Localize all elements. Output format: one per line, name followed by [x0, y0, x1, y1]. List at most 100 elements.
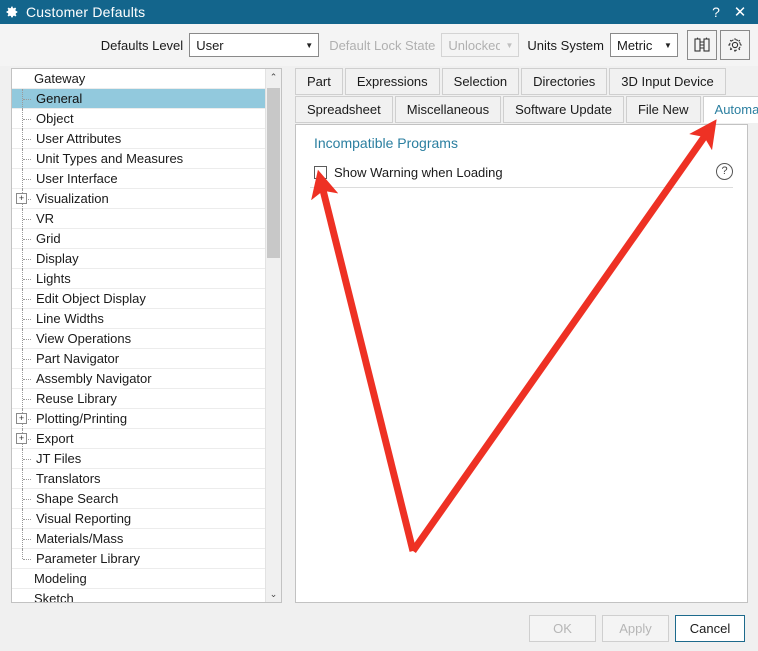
tab-automation[interactable]: Automation [702, 96, 758, 123]
tab-miscellaneous[interactable]: Miscellaneous [394, 96, 502, 123]
tree-gutter [12, 228, 34, 249]
help-circle-icon[interactable]: ? [716, 163, 733, 180]
close-icon[interactable]: ✕ [728, 0, 752, 24]
tree-item-general[interactable]: General [12, 88, 266, 109]
defaults-settings-button[interactable] [720, 30, 750, 60]
expand-icon[interactable]: + [16, 412, 27, 424]
units-system-value: Metric [617, 37, 653, 53]
tree-gutter [12, 328, 34, 349]
scrollbar-thumb[interactable] [267, 88, 280, 258]
tree-gutter [12, 208, 34, 229]
tab-directories[interactable]: Directories [521, 68, 608, 95]
tree-item-vr[interactable]: VR [12, 208, 266, 229]
tree-item-translators[interactable]: Translators [12, 468, 266, 489]
tree-gutter [12, 508, 34, 529]
tree-item-reuse-library[interactable]: Reuse Library [12, 388, 266, 409]
tab-software-update[interactable]: Software Update [503, 96, 624, 123]
tree-gutter [12, 528, 34, 549]
tree-item-sketch[interactable]: Sketch [12, 589, 266, 603]
ok-button[interactable]: OK [529, 615, 596, 642]
cancel-button[interactable]: Cancel [675, 615, 745, 642]
tree-gutter [12, 148, 34, 169]
units-system-select[interactable]: Metric ▼ [610, 33, 678, 57]
tree-item-visual-reporting[interactable]: Visual Reporting [12, 508, 266, 529]
tree-item-label: Sketch [34, 590, 74, 603]
tree-vertical-scrollbar[interactable]: ⌃ ⌄ [265, 69, 281, 602]
defaults-level-value: User [196, 37, 224, 53]
tree-gutter: + [12, 188, 34, 209]
tree-item-part-navigator[interactable]: Part Navigator [12, 348, 266, 369]
tree-item-object[interactable]: Object [12, 108, 266, 129]
expand-icon[interactable]: + [16, 432, 27, 444]
tree-item-export[interactable]: + Export [12, 428, 266, 449]
tree-gutter [12, 168, 34, 189]
tree-item-grid[interactable]: Grid [12, 228, 266, 249]
tree-item-user-attributes[interactable]: User Attributes [12, 128, 266, 149]
tab-3d-input-device[interactable]: 3D Input Device [609, 68, 726, 95]
tree-item-label: Shape Search [36, 490, 119, 506]
expand-icon[interactable]: + [16, 192, 27, 204]
help-button[interactable]: ? [704, 0, 728, 24]
tree-item-gateway[interactable]: Gateway [12, 69, 266, 89]
tab-selection[interactable]: Selection [441, 68, 520, 95]
defaults-level-select[interactable]: User ▼ [189, 33, 320, 57]
tree-item-label: Gateway [34, 70, 86, 86]
default-lock-state-value: Unlocked [448, 37, 501, 53]
tree-item-parameter-library[interactable]: Parameter Library [12, 548, 266, 569]
defaults-level-label: Defaults Level [100, 37, 184, 53]
tree-item-label: Object [36, 110, 74, 126]
tree-item-lights[interactable]: Lights [12, 268, 266, 289]
show-warning-checkbox[interactable] [314, 165, 327, 179]
chevron-down-icon: ▼ [305, 40, 314, 50]
tree-item-assembly-navigator[interactable]: Assembly Navigator [12, 368, 266, 389]
apply-button[interactable]: Apply [602, 615, 669, 642]
tree-item-line-widths[interactable]: Line Widths [12, 308, 266, 329]
tree-item-materials-mass[interactable]: Materials/Mass [12, 528, 266, 549]
units-system-label: Units System [527, 37, 604, 53]
scroll-down-icon[interactable]: ⌄ [266, 586, 281, 602]
tree-gutter [12, 69, 34, 89]
tab-part[interactable]: Part [295, 68, 343, 95]
tree-item-shape-search[interactable]: Shape Search [12, 488, 266, 509]
defaults-tree-list[interactable]: Gateway General Object User Attributes Unit … [12, 69, 266, 602]
tab-spreadsheet[interactable]: Spreadsheet [295, 96, 393, 123]
tree-item-view-operations[interactable]: View Operations [12, 328, 266, 349]
tree-item-display[interactable]: Display [12, 248, 266, 269]
tab-expressions[interactable]: Expressions [344, 68, 440, 95]
tree-item-label: Visualization [36, 190, 109, 206]
window-title: Customer Defaults [26, 4, 146, 20]
group-title-incompatible-programs: Incompatible Programs [314, 135, 458, 151]
tree-item-label: Modeling [34, 570, 87, 586]
tree-gutter [12, 108, 34, 129]
tree-item-user-interface[interactable]: User Interface [12, 168, 266, 189]
tree-item-label: Lights [36, 270, 71, 286]
defaults-tree-panel: Gateway General Object User Attributes Unit … [11, 68, 282, 603]
tree-gutter [12, 128, 34, 149]
chevron-down-icon: ▼ [505, 40, 514, 50]
tree-item-visualization[interactable]: + Visualization [12, 188, 266, 209]
tree-item-plotting-printing[interactable]: + Plotting/Printing [12, 408, 266, 429]
tree-item-label: Export [36, 430, 74, 446]
automation-settings-content: Incompatible Programs Show Warning when … [295, 124, 748, 603]
tree-item-unit-types-and-measures[interactable]: Unit Types and Measures [12, 148, 266, 169]
scroll-up-icon[interactable]: ⌃ [266, 69, 281, 85]
tree-item-label: VR [36, 210, 55, 226]
tree-item-modeling[interactable]: Modeling [12, 569, 266, 589]
tree-item-label: Unit Types and Measures [36, 150, 184, 166]
tree-gutter [12, 589, 34, 603]
tree-gutter: + [12, 428, 34, 449]
tree-item-label: Assembly Navigator [36, 370, 152, 386]
default-lock-state-select: Unlocked ▼ [441, 33, 520, 57]
tree-gutter [12, 388, 34, 409]
tree-gutter [12, 268, 34, 289]
tree-item-label: Translators [36, 470, 101, 486]
tree-item-label: Display [36, 250, 79, 266]
tree-gutter [12, 368, 34, 389]
find-defaults-button[interactable] [687, 30, 717, 60]
tree-item-jt-files[interactable]: JT Files [12, 448, 266, 469]
tab-row-secondary: Spreadsheet Miscellaneous Software Update F… [295, 96, 758, 123]
tree-item-edit-object-display[interactable]: Edit Object Display [12, 288, 266, 309]
tab-file-new[interactable]: File New [625, 96, 701, 123]
tree-item-label: Line Widths [36, 310, 104, 326]
show-warning-row: Show Warning when Loading ? [314, 160, 733, 184]
